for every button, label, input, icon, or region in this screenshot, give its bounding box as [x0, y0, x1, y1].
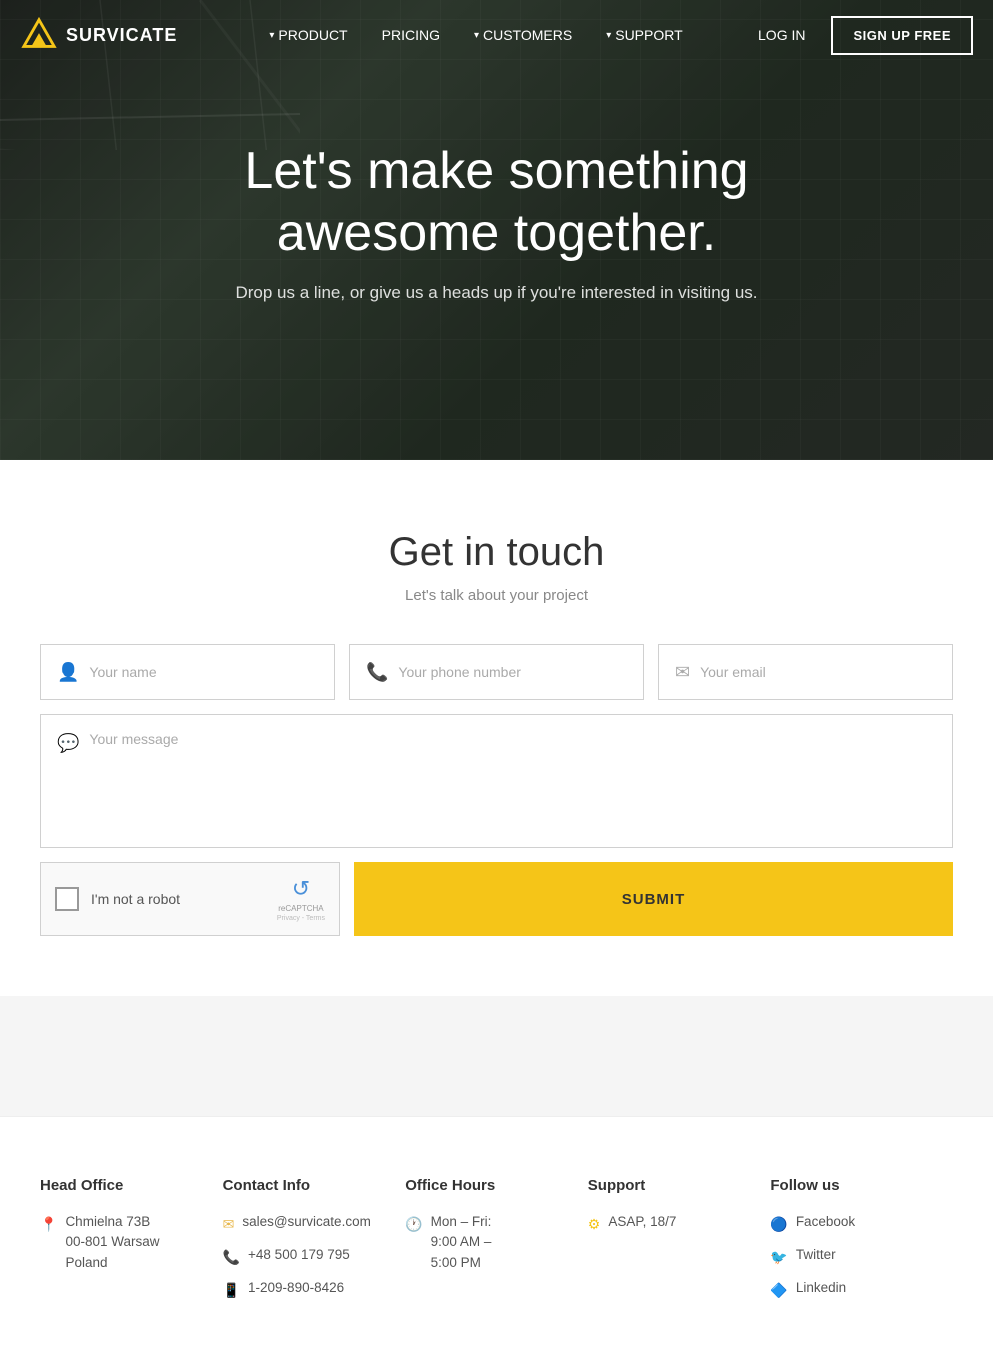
nav-customers[interactable]: ▾ CUSTOMERS: [462, 19, 584, 51]
footer-facebook-link[interactable]: Facebook: [796, 1212, 855, 1232]
form-row-top: 👤 📞 ✉: [40, 644, 953, 700]
footer-col-hours: Office Hours 🕐 Mon – Fri: 9:00 AM – 5:00…: [405, 1177, 588, 1311]
footer-hours-line2: 9:00 AM –: [431, 1232, 492, 1252]
footer-support-title: Support: [588, 1177, 751, 1194]
phone-field-wrap: 📞: [349, 644, 644, 700]
footer-email: ✉ sales@survicate.com: [223, 1212, 386, 1235]
gear-icon: ⚙: [588, 1214, 601, 1235]
footer-facebook[interactable]: 🔵 Facebook: [770, 1212, 933, 1235]
hero-subtitle: Drop us a line, or give us a heads up if…: [0, 283, 993, 303]
footer-office-title: Head Office: [40, 1177, 203, 1194]
recaptcha-brand: reCAPTCHA: [278, 904, 323, 913]
navbar: SURVICATE ▾ PRODUCT PRICING ▾ CUSTOMERS …: [0, 0, 993, 70]
footer-col-social: Follow us 🔵 Facebook 🐦 Twitter 🔷 Linkedi…: [770, 1177, 953, 1311]
name-input[interactable]: [89, 664, 318, 680]
recaptcha-logo: ↺ reCAPTCHA Privacy - Terms: [277, 876, 325, 922]
logo-icon: [20, 16, 58, 54]
footer-address-line2: 00-801 Warsaw: [65, 1232, 159, 1252]
footer-col-support: Support ⚙ ASAP, 18/7: [588, 1177, 771, 1311]
email-icon: ✉: [675, 662, 690, 683]
footer-twitter-link[interactable]: Twitter: [796, 1245, 836, 1265]
phone-icon: 📞: [366, 662, 388, 683]
nav-support[interactable]: ▾ SUPPORT: [594, 19, 694, 51]
support-caret: ▾: [606, 30, 611, 41]
footer-twitter[interactable]: 🐦 Twitter: [770, 1245, 933, 1268]
logo-link[interactable]: SURVICATE: [20, 16, 177, 54]
contact-subheading: Let's talk about your project: [40, 587, 953, 604]
contact-heading: Get in touch: [40, 530, 953, 575]
footer-inner: Head Office 📍 Chmielna 73B 00-801 Warsaw…: [40, 1177, 953, 1311]
footer-linkedin[interactable]: 🔷 Linkedin: [770, 1278, 933, 1301]
phone-input[interactable]: [398, 664, 627, 680]
footer-linkedin-link[interactable]: Linkedin: [796, 1278, 846, 1298]
login-button[interactable]: LOG IN: [742, 19, 821, 51]
email-field-wrap: ✉: [658, 644, 953, 700]
form-bottom-row: I'm not a robot ↺ reCAPTCHA Privacy - Te…: [40, 862, 953, 936]
logo-text: SURVICATE: [66, 25, 177, 46]
hero-title: Let's make something awesome together.: [137, 140, 857, 265]
footer-hours-line1: Mon – Fri:: [431, 1212, 492, 1232]
nav-menu: ▾ PRODUCT PRICING ▾ CUSTOMERS ▾ SUPPORT: [257, 19, 694, 51]
nav-product-label: PRODUCT: [278, 27, 347, 43]
recaptcha-widget[interactable]: I'm not a robot ↺ reCAPTCHA Privacy - Te…: [40, 862, 340, 936]
recaptcha-icon: ↺: [292, 876, 310, 902]
footer: Head Office 📍 Chmielna 73B 00-801 Warsaw…: [0, 1116, 993, 1351]
nav-pricing-label: PRICING: [382, 27, 440, 43]
message-input[interactable]: [89, 731, 936, 831]
footer-address: 📍 Chmielna 73B 00-801 Warsaw Poland: [40, 1212, 203, 1273]
name-field-wrap: 👤: [40, 644, 335, 700]
footer-hours-title: Office Hours: [405, 1177, 568, 1194]
nav-customers-label: CUSTOMERS: [483, 27, 572, 43]
recaptcha-label: I'm not a robot: [91, 891, 265, 907]
footer-email-link[interactable]: sales@survicate.com: [242, 1212, 371, 1232]
email-input[interactable]: [700, 664, 936, 680]
footer-phone2: 📱 1-209-890-8426: [223, 1278, 386, 1301]
recaptcha-privacy: Privacy - Terms: [277, 915, 325, 922]
footer-col-contact: Contact Info ✉ sales@survicate.com 📞 +48…: [223, 1177, 406, 1311]
footer-contact-title: Contact Info: [223, 1177, 386, 1194]
footer-hours-line3: 5:00 PM: [431, 1253, 492, 1273]
footer-support-info: ⚙ ASAP, 18/7: [588, 1212, 751, 1235]
customers-caret: ▾: [474, 30, 479, 41]
footer-phone1: 📞 +48 500 179 795: [223, 1245, 386, 1268]
footer-support-text: ASAP, 18/7: [608, 1212, 676, 1232]
phone1-icon: 📞: [223, 1247, 240, 1268]
pin-icon: 📍: [40, 1214, 57, 1235]
nav-product[interactable]: ▾ PRODUCT: [257, 19, 359, 51]
recaptcha-checkbox[interactable]: [55, 887, 79, 911]
footer-address-line3: Poland: [65, 1253, 159, 1273]
footer-address-line1: Chmielna 73B: [65, 1212, 159, 1232]
footer-social-title: Follow us: [770, 1177, 933, 1194]
phone2-icon: 📱: [223, 1280, 240, 1301]
navbar-right: LOG IN SIGN UP FREE: [742, 16, 973, 55]
linkedin-icon: 🔷: [770, 1280, 787, 1301]
nav-support-label: SUPPORT: [615, 27, 682, 43]
message-icon: 💬: [57, 733, 79, 754]
footer-phone2-text: 1-209-890-8426: [248, 1278, 344, 1298]
message-field-wrap: 💬: [40, 714, 953, 848]
nav-pricing[interactable]: PRICING: [370, 19, 452, 51]
envelope-icon: ✉: [223, 1214, 235, 1235]
signup-button[interactable]: SIGN UP FREE: [831, 16, 973, 55]
person-icon: 👤: [57, 662, 79, 683]
product-caret: ▾: [269, 30, 274, 41]
clock-icon: 🕐: [405, 1214, 422, 1235]
footer-hours: 🕐 Mon – Fri: 9:00 AM – 5:00 PM: [405, 1212, 568, 1273]
facebook-icon: 🔵: [770, 1214, 787, 1235]
twitter-icon: 🐦: [770, 1247, 787, 1268]
submit-button[interactable]: SUBMIT: [354, 862, 953, 936]
gray-divider-section: [0, 996, 993, 1116]
footer-phone1-text: +48 500 179 795: [248, 1245, 350, 1265]
contact-section: Get in touch Let's talk about your proje…: [0, 460, 993, 996]
footer-col-office: Head Office 📍 Chmielna 73B 00-801 Warsaw…: [40, 1177, 223, 1311]
